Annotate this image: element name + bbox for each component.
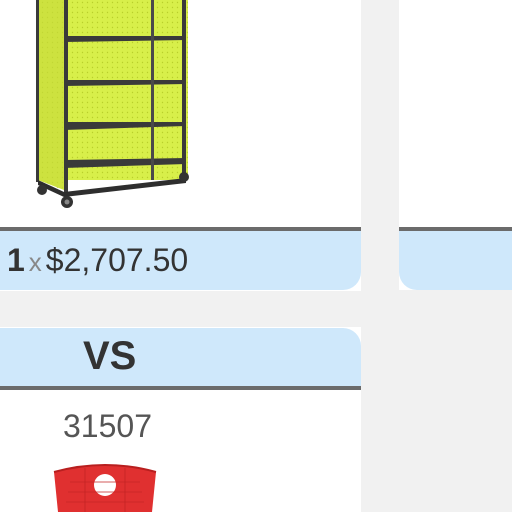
bookcase-product-image[interactable]	[30, 0, 195, 212]
item-number[interactable]: 31507	[63, 410, 152, 442]
quantity: 1	[7, 242, 25, 278]
price-bar: 1 x $2,707.50	[0, 227, 361, 290]
times-symbol: x	[28, 247, 42, 277]
chair-product-image[interactable]	[50, 460, 160, 512]
unit-price: $2,707.50	[45, 242, 189, 278]
price-bar-right	[399, 227, 512, 290]
card-gap	[0, 291, 361, 327]
vs-label: VS	[83, 334, 137, 378]
price-line: 1 x $2,707.50	[7, 244, 188, 276]
vs-header: VS	[0, 328, 361, 390]
